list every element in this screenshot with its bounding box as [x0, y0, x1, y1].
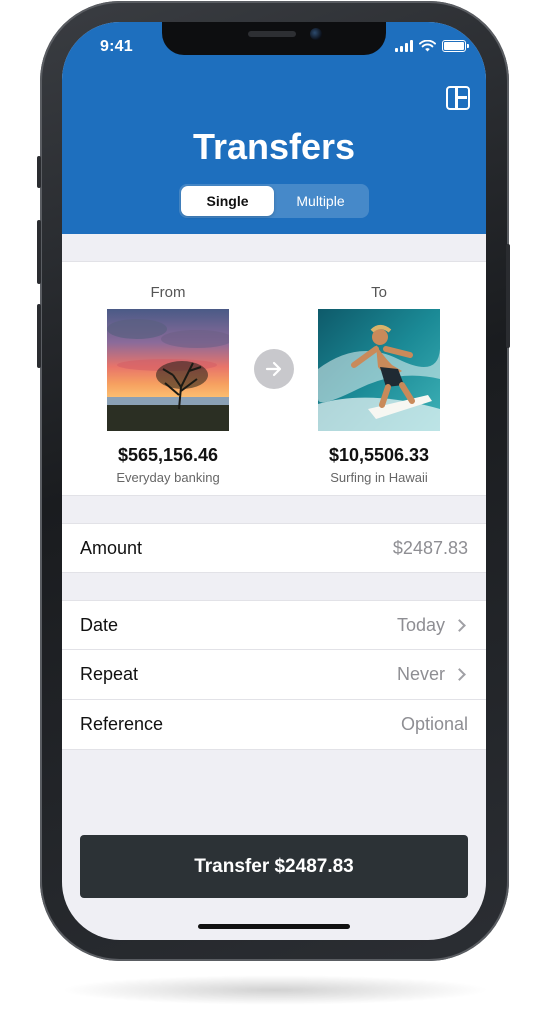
layout-toggle-icon[interactable] [446, 86, 470, 110]
from-account[interactable]: From $565,156.46 Everyday banking [88, 262, 248, 485]
reference-row[interactable]: Reference Optional [62, 700, 486, 750]
date-value-wrap: Today [397, 615, 468, 636]
chevron-right-icon [453, 668, 466, 681]
from-label: From [150, 284, 186, 301]
volume-down-button [37, 304, 41, 368]
status-time: 9:41 [100, 38, 133, 55]
date-label: Date [80, 614, 119, 635]
page-title: Transfers [192, 126, 356, 167]
surfer-photo-icon [318, 309, 440, 431]
accounts-panel: From $565,156.46 Everyday banking To $10… [62, 261, 486, 496]
amount-row[interactable]: Amount $2487.83 [62, 523, 486, 573]
volume-up-button [37, 220, 41, 284]
segment-single[interactable]: Single [181, 186, 274, 216]
phone-shadow [60, 975, 490, 1005]
to-label: To [371, 284, 387, 301]
status-icons [395, 40, 469, 52]
amount-label: Amount [80, 537, 143, 558]
amount-value[interactable]: $2487.83 [393, 538, 468, 559]
screen: 9:41 Transfers Single Multiple From $565… [62, 22, 486, 940]
mute-switch [37, 156, 41, 188]
speaker-grille [248, 31, 296, 37]
transfer-button[interactable]: Transfer $2487.83 [80, 835, 468, 898]
arrow-right-icon [265, 361, 282, 377]
swap-arrow-button[interactable] [254, 349, 294, 389]
from-balance: $565,156.46 [117, 445, 219, 465]
front-camera [310, 28, 322, 40]
sunset-tree-photo-icon [107, 309, 229, 431]
to-account-name: Surfing in Hawaii [330, 470, 428, 485]
to-balance: $10,5506.33 [328, 445, 430, 465]
repeat-value: Never [396, 664, 445, 684]
wifi-icon [419, 40, 436, 52]
to-account[interactable]: To $10,5506.33 Surfing in Hawaii [299, 262, 459, 485]
battery-icon [442, 40, 469, 52]
cellular-signal-icon [395, 40, 413, 52]
transfer-type-segmented-control: Single Multiple [179, 184, 369, 218]
repeat-value-wrap: Never [397, 664, 468, 685]
segment-multiple[interactable]: Multiple [274, 186, 367, 216]
reference-label: Reference [80, 714, 164, 734]
from-account-name: Everyday banking [116, 470, 220, 485]
repeat-label: Repeat [80, 664, 139, 684]
power-button [506, 244, 510, 348]
repeat-row[interactable]: Repeat Never [62, 650, 486, 700]
reference-input[interactable]: Optional [401, 714, 468, 735]
home-indicator[interactable] [198, 924, 350, 929]
date-row[interactable]: Date Today [62, 600, 486, 650]
notch [162, 22, 386, 55]
date-value: Today [396, 614, 445, 635]
chevron-right-icon [453, 618, 466, 632]
